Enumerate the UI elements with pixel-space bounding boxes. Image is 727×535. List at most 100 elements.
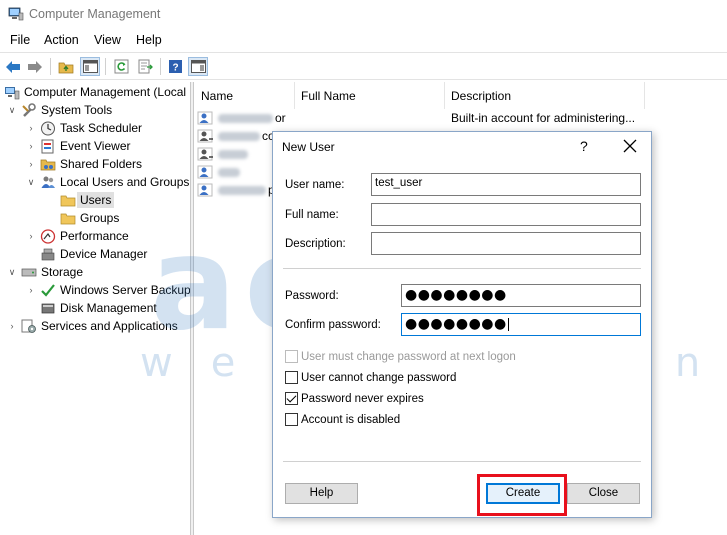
dialog-help-button[interactable]: ? (580, 138, 588, 154)
checkbox[interactable] (285, 413, 298, 426)
password-field[interactable]: ●●●●●●●● (401, 284, 641, 307)
confirm-password-label: Confirm password: (285, 319, 381, 331)
option-account-disabled[interactable]: Account is disabled (285, 413, 400, 426)
toolbar: ? (0, 52, 727, 80)
menu-action[interactable]: Action (44, 33, 79, 47)
tree-task-scheduler[interactable]: › Task Scheduler (25, 119, 142, 137)
column-header-full-name[interactable]: Full Name (295, 82, 445, 109)
tree-shared-folders[interactable]: › Shared Folders (25, 155, 143, 173)
option-cannot-change-password[interactable]: User cannot change password (285, 371, 456, 384)
column-header-name[interactable]: Name (195, 82, 295, 109)
show-hide-tree-icon[interactable] (80, 57, 100, 76)
computer-management-icon (8, 7, 24, 21)
computer-management-icon (5, 86, 20, 99)
password-value: ●●●●●●●● (405, 287, 507, 303)
backup-icon (41, 283, 55, 297)
tree-local-users-groups[interactable]: ∨ Local Users and Groups (25, 173, 190, 191)
checkbox-checked[interactable] (285, 392, 298, 405)
description-field[interactable] (371, 232, 641, 255)
create-button-highlight (477, 474, 567, 516)
tree-disk-management[interactable]: Disk Management (40, 299, 157, 317)
shared-folder-icon (40, 159, 56, 170)
tree-groups[interactable]: Groups (60, 209, 119, 227)
title-bar: Computer Management (0, 0, 727, 30)
list-item[interactable]: or (197, 109, 286, 127)
text-caret (507, 318, 509, 332)
menu-bar: File Action View Help (0, 30, 727, 52)
help-icon[interactable]: ? (165, 57, 185, 76)
menu-help[interactable]: Help (136, 33, 162, 47)
close-button[interactable]: Close (567, 483, 640, 504)
menu-view[interactable]: View (94, 33, 121, 47)
confirm-password-field[interactable]: ●●●●●●●● (401, 313, 641, 336)
svg-text:?: ? (172, 63, 178, 74)
pane-splitter[interactable] (190, 82, 194, 535)
confirm-password-value: ●●●●●●●● (405, 316, 507, 332)
tree-event-viewer[interactable]: › Event Viewer (25, 137, 130, 155)
forward-arrow-icon[interactable] (25, 57, 45, 76)
fullname-field[interactable] (371, 203, 641, 226)
redacted-username (218, 113, 273, 123)
tree-users[interactable]: Users (60, 191, 115, 209)
checkbox[interactable] (285, 371, 298, 384)
users-group-icon (41, 176, 55, 188)
user-icon (197, 183, 213, 197)
list-item[interactable]: co (197, 127, 275, 145)
up-folder-icon[interactable] (56, 57, 76, 76)
list-item[interactable] (197, 163, 242, 181)
user-icon (197, 129, 213, 143)
tree-system-tools[interactable]: ∨ System Tools (6, 101, 112, 119)
folder-icon (60, 213, 76, 224)
disk-icon (41, 303, 55, 313)
separator (283, 461, 641, 462)
chevron-right-icon[interactable]: › (25, 231, 37, 241)
chevron-down-icon[interactable]: ∨ (25, 177, 37, 188)
chevron-down-icon[interactable]: ∨ (6, 267, 18, 278)
menu-file[interactable]: File (10, 33, 30, 47)
option-must-change-password: User must change password at next logon (285, 350, 516, 363)
username-field[interactable]: test_user (371, 173, 641, 196)
username-label: User name: (285, 179, 345, 191)
window-title: Computer Management (29, 7, 161, 21)
tree-performance[interactable]: › Performance (25, 227, 129, 245)
back-arrow-icon[interactable] (3, 57, 23, 76)
redacted-username (218, 185, 266, 195)
tree-windows-server-backup[interactable]: › Windows Server Backup (25, 281, 191, 299)
new-user-dialog: New User ? User name: test_user Full nam… (272, 131, 652, 518)
close-icon[interactable] (619, 135, 641, 157)
list-item[interactable]: p (197, 181, 275, 199)
password-label: Password: (285, 290, 339, 302)
column-header-description[interactable]: Description (445, 82, 645, 109)
list-item[interactable] (197, 145, 250, 163)
event-viewer-icon (41, 139, 54, 153)
console-tree: Computer Management (Local ∨ System Tool… (0, 82, 190, 535)
export-list-icon[interactable] (135, 57, 155, 76)
tree-storage[interactable]: ∨ Storage (6, 263, 83, 281)
tree-services-apps[interactable]: › Services and Applications (6, 317, 178, 335)
option-password-never-expires[interactable]: Password never expires (285, 392, 424, 405)
separator (283, 268, 641, 269)
chevron-right-icon[interactable]: › (25, 285, 37, 295)
tree-device-manager[interactable]: Device Manager (40, 245, 147, 263)
fullname-label: Full name: (285, 209, 339, 221)
description-label: Description: (285, 238, 346, 250)
description-cell: Built-in account for administering... (451, 111, 636, 125)
services-icon (21, 319, 36, 333)
chevron-right-icon[interactable]: › (25, 123, 37, 133)
clock-icon (41, 121, 55, 135)
help-button[interactable]: Help (285, 483, 358, 504)
chevron-right-icon[interactable]: › (25, 159, 37, 169)
tools-icon (22, 102, 36, 117)
redacted-username (218, 167, 240, 177)
action-pane-icon[interactable] (188, 57, 208, 76)
storage-icon (21, 268, 37, 276)
refresh-icon[interactable] (111, 57, 131, 76)
user-icon (197, 111, 213, 125)
tree-root[interactable]: Computer Management (Local (4, 83, 186, 101)
checkbox (285, 350, 298, 363)
chevron-down-icon[interactable]: ∨ (6, 105, 18, 116)
dialog-title: New User (282, 140, 335, 154)
chevron-right-icon[interactable]: › (25, 141, 37, 151)
chevron-right-icon[interactable]: › (6, 321, 18, 331)
user-icon (197, 147, 213, 161)
